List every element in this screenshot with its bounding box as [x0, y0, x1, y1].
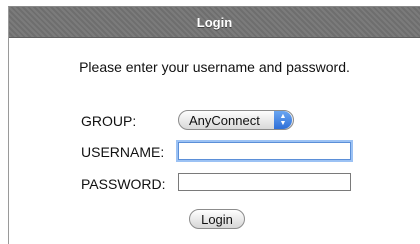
username-label: USERNAME: [81, 144, 165, 160]
password-field[interactable] [178, 173, 351, 191]
login-panel: Login Please enter your username and pas… [8, 6, 420, 244]
login-header: Login [9, 7, 420, 38]
login-button[interactable]: Login [189, 209, 245, 229]
instructions-text: Please enter your username and password. [79, 59, 350, 75]
group-label: GROUP: [81, 113, 137, 129]
login-title: Login [196, 14, 233, 30]
up-down-arrows-icon: ▲ ▼ [274, 111, 292, 129]
password-label: PASSWORD: [81, 176, 166, 192]
username-field[interactable] [178, 142, 351, 160]
group-select[interactable]: AnyConnect ▲ ▼ [178, 110, 294, 130]
group-select-value: AnyConnect [189, 112, 260, 128]
